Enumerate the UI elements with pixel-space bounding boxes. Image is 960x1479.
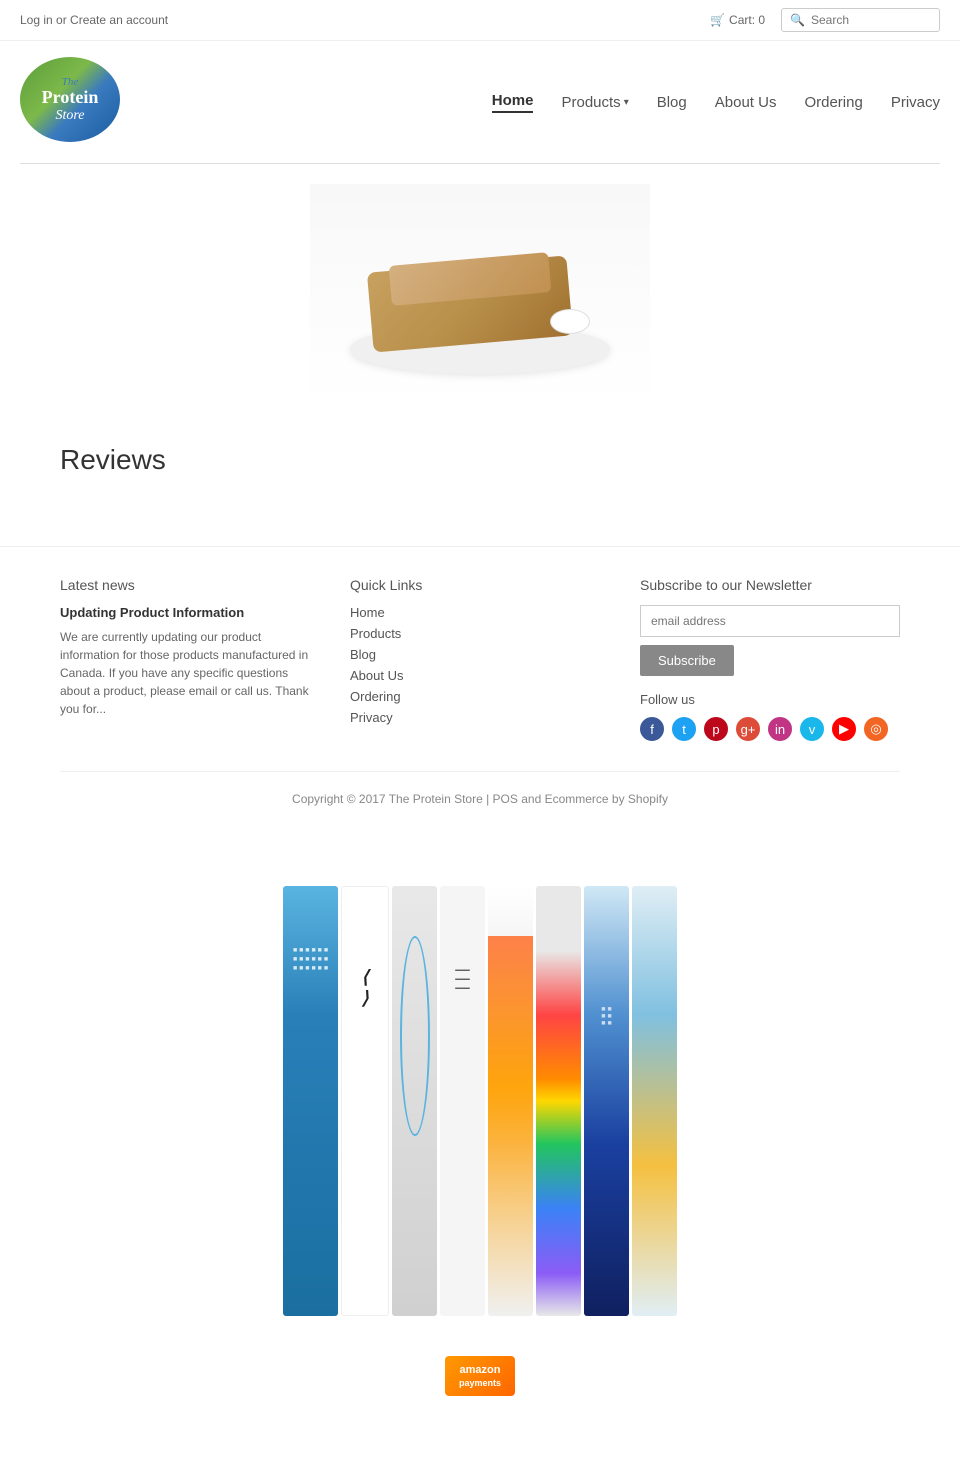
cart-count: Cart: 0 [729, 13, 765, 27]
nav-item-privacy[interactable]: Privacy [891, 94, 940, 111]
product-banner-striped[interactable] [632, 886, 677, 1316]
social-icons: f t p g+ in v ▶ ◎ [640, 717, 900, 741]
login-area: Log in or Create an account [20, 13, 168, 27]
nav-item-about-us[interactable]: About Us [715, 94, 777, 111]
instagram-icon[interactable]: in [768, 717, 792, 741]
search-box[interactable]: 🔍 [781, 8, 940, 32]
footer: Latest news Updating Product Information… [0, 546, 960, 826]
footer-copyright: Copyright © 2017 The Protein Store | POS… [60, 771, 900, 806]
product-banner-multicolor[interactable] [488, 886, 533, 1316]
footer-quick-links-title: Quick Links [350, 577, 610, 593]
product-banner-colorful[interactable] [536, 886, 581, 1316]
newsletter-email-input[interactable] [640, 605, 900, 637]
product-banner-blue[interactable]: ■ ■ ■ ■ ■ ■■ ■ ■ ■ ■ ■■ ■ ■ ■ ■ ■ [283, 886, 338, 1316]
logo-area: The Protein Store [20, 57, 130, 147]
footer-link-products[interactable]: Products [350, 626, 610, 641]
main-nav: Home Products ▾ Blog About Us Ordering P… [492, 92, 940, 113]
nav-item-home[interactable]: Home [492, 92, 534, 113]
product-banners: ■ ■ ■ ■ ■ ■■ ■ ■ ■ ■ ■■ ■ ■ ■ ■ ■ ⟨⟩ ━━━… [283, 886, 677, 1316]
pinterest-icon[interactable]: p [704, 717, 728, 741]
amazon-badge[interactable]: amazon payments [445, 1356, 515, 1396]
cart-link[interactable]: 🛒 Cart: 0 [710, 13, 765, 27]
nav-item-products[interactable]: Products ▾ [561, 94, 628, 111]
facebook-icon[interactable]: f [640, 717, 664, 741]
vimeo-icon[interactable]: v [800, 717, 824, 741]
footer-news-post-title[interactable]: Updating Product Information [60, 605, 320, 620]
follow-us-label: Follow us [640, 692, 900, 707]
top-bar: Log in or Create an account 🛒 Cart: 0 🔍 [0, 0, 960, 41]
footer-grid: Latest news Updating Product Information… [60, 577, 900, 741]
footer-quick-links: Quick Links Home Products Blog About Us … [350, 577, 610, 741]
hero-section [0, 164, 960, 434]
logo-text-store: Store [42, 108, 99, 123]
hero-image [310, 184, 650, 404]
subscribe-button[interactable]: Subscribe [640, 645, 734, 676]
product-banner-white[interactable]: ━━━━━━━━━ [440, 886, 485, 1316]
footer-link-home[interactable]: Home [350, 605, 610, 620]
footer-link-ordering[interactable]: Ordering [350, 689, 610, 704]
footer-link-about-us[interactable]: About Us [350, 668, 610, 683]
amazon-label: amazon [459, 1364, 501, 1376]
footer-latest-news-title: Latest news [60, 577, 320, 593]
amazon-area: amazon payments [0, 1336, 960, 1426]
food-oval [550, 309, 590, 334]
login-link[interactable]: Log in [20, 13, 53, 27]
footer-newsletter: Subscribe to our Newsletter Subscribe Fo… [640, 577, 900, 741]
product-food-visual [330, 204, 630, 384]
youtube-icon[interactable]: ▶ [832, 717, 856, 741]
products-chevron-icon: ▾ [624, 97, 629, 108]
amazon-payments-label: payments [459, 1378, 501, 1388]
reviews-title: Reviews [60, 444, 900, 476]
header: The Protein Store Home Products ▾ Blog A… [0, 41, 960, 163]
product-banner-gray[interactable] [392, 886, 437, 1316]
logo: The Protein Store [20, 57, 130, 147]
search-icon: 🔍 [790, 13, 805, 27]
rss-icon[interactable]: ◎ [864, 717, 888, 741]
product-banner-area: ■ ■ ■ ■ ■ ■■ ■ ■ ■ ■ ■■ ■ ■ ■ ■ ■ ⟨⟩ ━━━… [0, 826, 960, 1336]
footer-latest-news: Latest news Updating Product Information… [60, 577, 320, 741]
top-bar-right: 🛒 Cart: 0 🔍 [710, 8, 940, 32]
nav-item-blog[interactable]: Blog [657, 94, 687, 111]
product-banner-blue2[interactable]: ■ ■■ ■■ ■ [584, 886, 629, 1316]
cart-icon: 🛒 [710, 13, 725, 27]
create-account-link[interactable]: Create an account [70, 13, 168, 27]
footer-link-blog[interactable]: Blog [350, 647, 610, 662]
nav-item-ordering[interactable]: Ordering [804, 94, 862, 111]
reviews-section: Reviews [0, 434, 960, 526]
newsletter-title: Subscribe to our Newsletter [640, 577, 900, 593]
footer-news-post-text: We are currently updating our product in… [60, 628, 320, 718]
search-input[interactable] [811, 13, 931, 27]
product-banner-black[interactable]: ⟨⟩ [341, 886, 389, 1316]
logo-text-protein: Protein [42, 88, 99, 108]
twitter-icon[interactable]: t [672, 717, 696, 741]
footer-link-privacy[interactable]: Privacy [350, 710, 610, 725]
google-plus-icon[interactable]: g+ [736, 717, 760, 741]
